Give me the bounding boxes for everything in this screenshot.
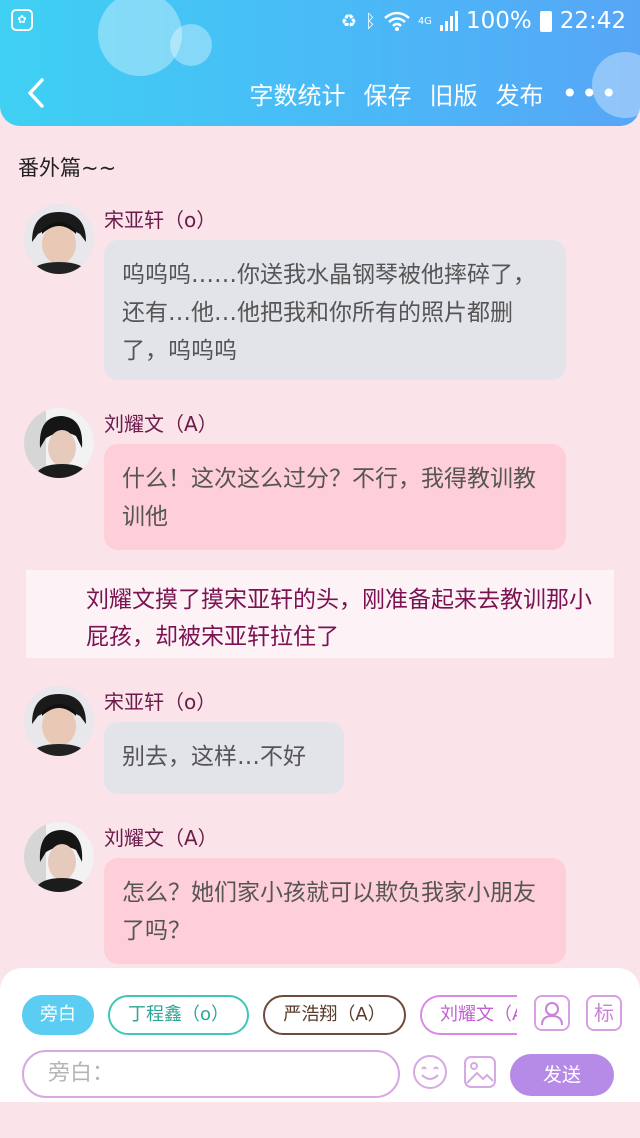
chevron-left-icon[interactable] bbox=[22, 76, 52, 110]
message-bubble[interactable]: 呜呜呜……你送我水晶钢琴被他摔碎了，还有…他…他把我和你所有的照片都删了，呜呜呜 bbox=[104, 240, 566, 380]
bluetooth-icon: ᛒ bbox=[365, 10, 376, 32]
role-chip[interactable]: 刘耀文（A） bbox=[420, 995, 517, 1035]
battery-percent: 100% bbox=[465, 8, 532, 34]
more-dots-icon[interactable]: ••• bbox=[561, 77, 620, 110]
signal-icon bbox=[439, 11, 458, 31]
smiley-icon[interactable] bbox=[412, 1054, 448, 1090]
avatar[interactable] bbox=[24, 822, 94, 892]
avatar[interactable] bbox=[24, 408, 94, 478]
tag-button[interactable]: 标 bbox=[586, 995, 622, 1031]
status-bar: ✿ ♻ ᛒ 4G 100% 22:42 bbox=[0, 0, 640, 44]
speaker-name: 宋亚轩（o） bbox=[104, 208, 217, 232]
message-bubble[interactable]: 怎么？她们家小孩就可以欺负我家小朋友了吗？ bbox=[104, 858, 566, 964]
nav-bar: 字数统计 保存 旧版 发布 ••• bbox=[0, 62, 640, 126]
avatar[interactable] bbox=[24, 686, 94, 756]
avatar-image bbox=[24, 686, 94, 756]
person-icon[interactable] bbox=[534, 995, 570, 1031]
word-count-button[interactable]: 字数统计 bbox=[249, 76, 345, 111]
network-type: 4G bbox=[417, 15, 432, 27]
baidu-paw-icon: ✿ bbox=[11, 9, 33, 31]
person-glyph bbox=[541, 1002, 563, 1026]
clock: 22:42 bbox=[559, 8, 626, 34]
composer-panel: 旁白 丁程鑫（o） 严浩翔（A） 刘耀文（A） 标 旁白： 发送 bbox=[0, 968, 640, 1102]
role-chip-narrator[interactable]: 旁白 bbox=[22, 995, 94, 1035]
message-bubble[interactable]: 别去，这样…不好 bbox=[104, 722, 344, 794]
role-chip[interactable]: 丁程鑫（o） bbox=[108, 995, 249, 1035]
top-header: ✿ ♻ ᛒ 4G 100% 22:42 字数统计 保存 旧版 发布 ••• bbox=[0, 0, 640, 126]
recycle-icon: ♻ bbox=[340, 10, 357, 32]
speaker-name: 刘耀文（A） bbox=[104, 826, 218, 850]
message-bubble[interactable]: 什么！这次这么过分？不行，我得教训教训他 bbox=[104, 444, 566, 550]
chapter-title: 番外篇~~ bbox=[18, 156, 117, 180]
status-right: ♻ ᛒ 4G 100% 22:42 bbox=[341, 6, 626, 36]
speaker-name: 刘耀文（A） bbox=[104, 412, 218, 436]
battery-icon bbox=[539, 10, 552, 32]
old-version-button[interactable]: 旧版 bbox=[429, 76, 477, 111]
role-chip[interactable]: 严浩翔（A） bbox=[263, 995, 406, 1035]
send-button[interactable]: 发送 bbox=[510, 1054, 614, 1096]
save-button[interactable]: 保存 bbox=[363, 76, 411, 111]
wifi-icon bbox=[384, 11, 410, 31]
publish-button[interactable]: 发布 bbox=[495, 76, 543, 111]
avatar-image bbox=[24, 204, 94, 274]
nav-actions: 字数统计 保存 旧版 发布 ••• bbox=[249, 76, 640, 111]
avatar-image bbox=[24, 822, 94, 892]
speaker-name: 宋亚轩（o） bbox=[104, 690, 217, 714]
message-input[interactable]: 旁白： bbox=[22, 1050, 400, 1098]
image-icon[interactable] bbox=[462, 1054, 498, 1090]
narration-block[interactable]: 刘耀文摸了摸宋亚轩的头，刚准备起来去教训那小屁孩，却被宋亚轩拉住了 bbox=[26, 570, 614, 658]
avatar[interactable] bbox=[24, 204, 94, 274]
avatar-image bbox=[24, 408, 94, 478]
